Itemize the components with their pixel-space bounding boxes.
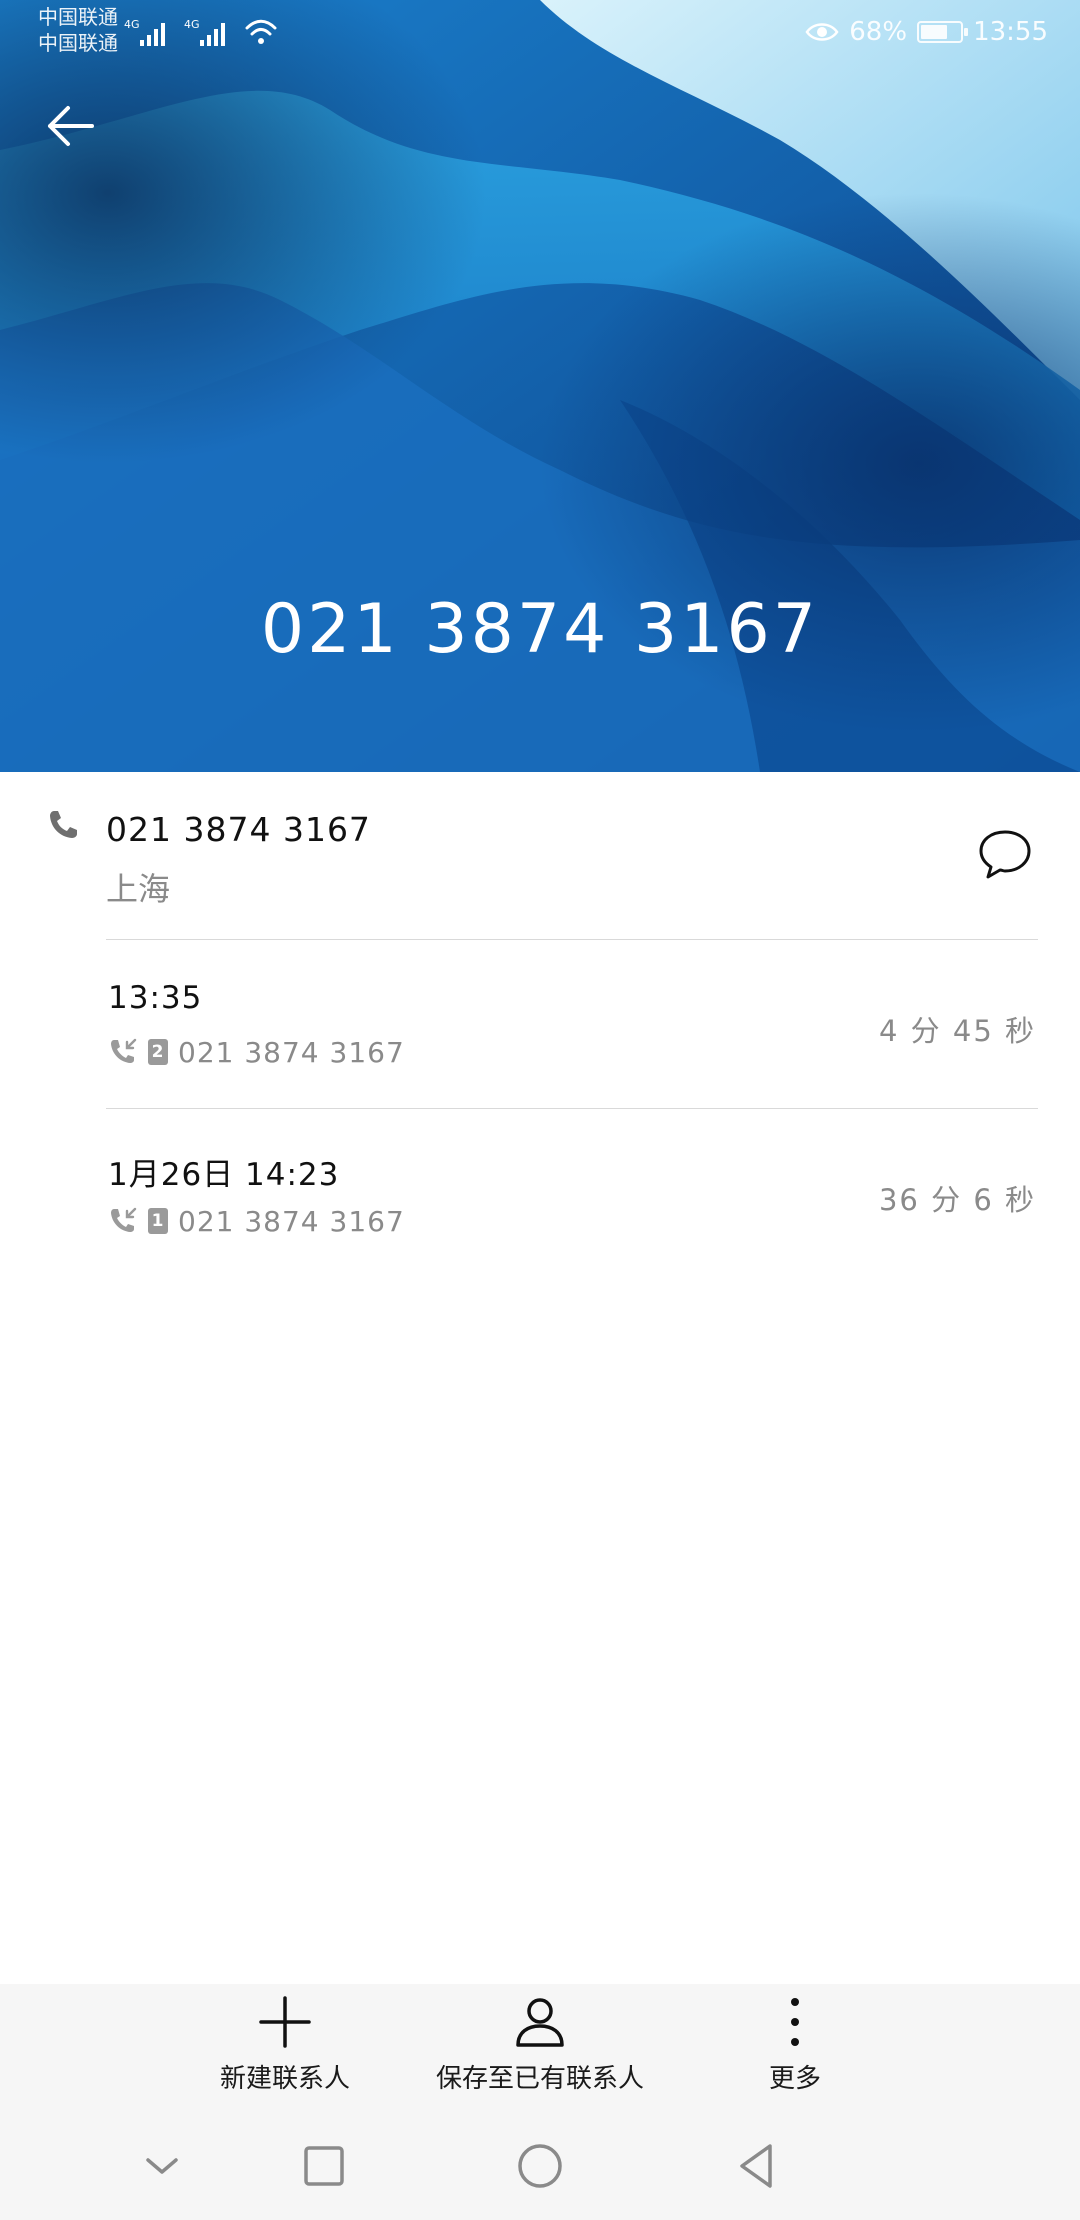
message-bubble-icon[interactable] [976,826,1034,884]
net-type-1: 4G [124,18,140,31]
chevron-down-icon [146,2158,178,2174]
call-detail-screen: 中国联通 中国联通 4G 4G 68% 13:55 021 3874 3167 … [0,0,1080,2220]
number-row[interactable]: 021 3874 3167 上海 [0,772,1080,940]
sim-badge: 2 [148,1039,168,1065]
new-contact-label: 新建联系人 [219,2064,350,2094]
new-contact-button[interactable]: 新建联系人 [155,1994,415,2104]
more-label: 更多 [768,2064,821,2094]
call-log-row[interactable]: 13:35 2 021 3874 3167 4 分 45 秒 [0,940,1080,1108]
back-button[interactable] [40,96,110,156]
battery-fill [921,25,948,39]
clock: 13:55 [973,17,1048,47]
circle-icon [518,2144,562,2188]
carrier-1: 中国联通 [38,5,118,29]
call-log-row[interactable]: 1月26日 14:23 1 021 3874 3167 36 分 6 秒 [0,1109,1080,1277]
battery-icon [917,21,969,43]
status-bar: 中国联通 中国联通 4G 4G 68% 13:55 [0,0,1080,64]
wifi-icon [245,19,277,44]
more-button[interactable]: 更多 [665,1994,925,2104]
call-duration: 4 分 45 秒 [878,1014,1036,1048]
nav-recents-button[interactable] [294,2136,354,2196]
status-right: 68% 13:55 [805,14,1048,50]
network-icons: 4G 4G [124,14,278,48]
signal-4g-icon: 4G [184,18,225,46]
back-arrow-icon [48,106,94,146]
call-duration: 36 分 6 秒 [878,1183,1036,1217]
person-icon [516,1998,564,2047]
save-to-existing-contact-button[interactable]: 保存至已有联系人 [410,1994,670,2104]
incoming-call-icon [111,1038,137,1063]
call-details: 1 021 3874 3167 [108,1203,405,1239]
plus-icon [259,1996,311,2048]
header-banner: 中国联通 中国联通 4G 4G 68% 13:55 021 3874 3167 [0,0,1080,772]
call-number: 021 3874 3167 [178,1204,405,1238]
save-to-existing-label: 保存至已有联系人 [435,2064,644,2094]
triangle-back-icon [740,2144,772,2188]
contact-phone-number: 021 3874 3167 [106,810,371,849]
signal-4g-icon: 4G [124,18,165,46]
incoming-call-icon [111,1207,137,1232]
call-time: 1月26日 14:23 [108,1157,340,1193]
number-location: 上海 [106,870,171,908]
square-icon [304,2146,344,2186]
phone-icon [50,811,77,838]
nav-hide-button[interactable] [132,2136,192,2196]
carrier-info: 中国联通 中国联通 [38,4,118,56]
header-phone-number: 021 3874 3167 [260,590,820,669]
carrier-2: 中国联通 [38,31,118,55]
nav-back-button[interactable] [726,2136,786,2196]
call-number: 021 3874 3167 [178,1035,405,1069]
net-type-2: 4G [184,18,200,31]
nav-home-button[interactable] [510,2136,570,2196]
battery-percent: 68% [849,17,908,47]
call-time: 13:35 [108,980,203,1016]
more-vertical-icon [791,1998,799,2046]
call-details: 2 021 3874 3167 [108,1034,405,1070]
eye-comfort-icon [805,23,839,41]
sim-badge: 1 [148,1208,168,1234]
